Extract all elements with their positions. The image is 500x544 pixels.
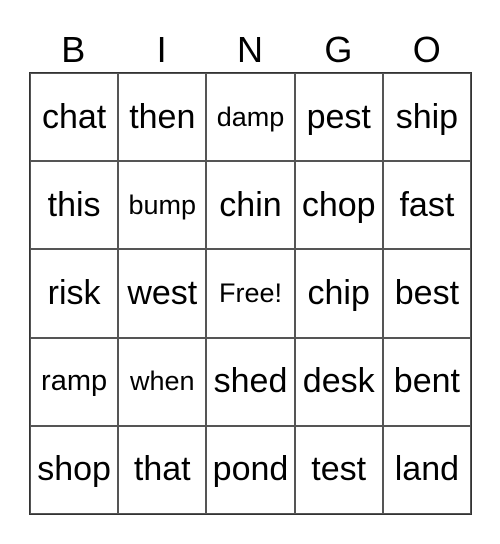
bingo-header: B I N G O (29, 30, 471, 70)
bingo-cell[interactable]: chin (206, 161, 295, 250)
bingo-cell[interactable]: chop (294, 161, 383, 250)
bingo-cell[interactable]: risk (30, 249, 119, 338)
bingo-cell[interactable]: desk (294, 337, 383, 426)
bingo-cell[interactable]: chip (294, 249, 383, 338)
bingo-cell[interactable]: land (382, 425, 471, 514)
bingo-cell[interactable]: when (118, 337, 207, 426)
bingo-cell[interactable]: ship (382, 73, 471, 162)
bingo-grid: chat then damp pest ship this bump chin chop fast… (29, 72, 472, 515)
bingo-cell[interactable]: bump (118, 161, 207, 250)
bingo-cell[interactable]: this (30, 161, 119, 250)
bingo-cell[interactable]: that (118, 425, 207, 514)
bingo-cell[interactable]: then (118, 73, 207, 162)
bingo-cell[interactable]: ramp (30, 337, 119, 426)
bingo-cell[interactable]: pond (206, 425, 295, 514)
bingo-cell[interactable]: shed (206, 337, 295, 426)
header-letter-o: O (412, 29, 441, 70)
bingo-cell[interactable]: chat (30, 73, 119, 162)
header-letter-i: I (156, 29, 167, 70)
bingo-cell[interactable]: pest (294, 73, 383, 162)
header-letter-g: G (324, 29, 353, 70)
bingo-cell[interactable]: shop (30, 425, 119, 514)
bingo-cell[interactable]: fast (382, 161, 471, 250)
header-letter-b: B (61, 29, 86, 70)
header-letter-n: N (236, 29, 263, 70)
bingo-cell[interactable]: best (382, 249, 471, 338)
bingo-cell[interactable]: test (294, 425, 383, 514)
bingo-cell[interactable]: bent (382, 337, 471, 426)
bingo-cell[interactable]: west (118, 249, 207, 338)
free-space-cell[interactable]: Free! (206, 249, 295, 338)
bingo-cell[interactable]: damp (206, 73, 295, 162)
